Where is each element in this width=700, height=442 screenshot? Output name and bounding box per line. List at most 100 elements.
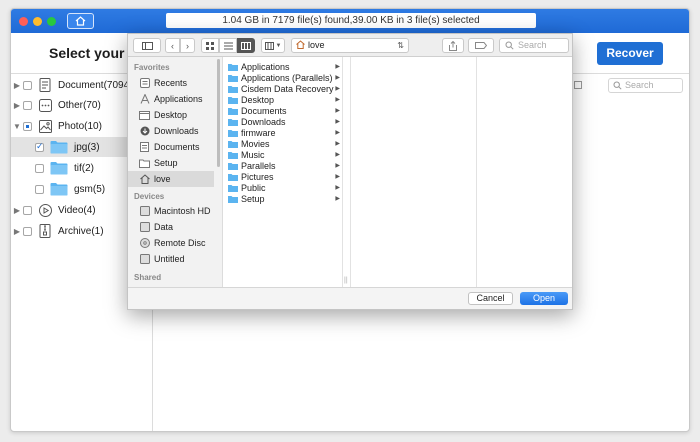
folder-icon [228, 107, 238, 115]
file-row[interactable]: Downloads ▶ [228, 116, 340, 127]
home-button[interactable] [67, 13, 94, 29]
file-row[interactable]: Pictures ▶ [228, 171, 340, 182]
tree-checkbox[interactable] [23, 121, 32, 131]
tree-checkbox[interactable] [35, 163, 44, 173]
minimize-window-button[interactable] [33, 17, 42, 26]
sidebar-item-data[interactable]: Data [128, 219, 214, 235]
file-row[interactable]: Applications ▶ [228, 61, 340, 72]
chevron-down-icon: ▼ [275, 42, 282, 49]
file-row[interactable]: firmware ▶ [228, 127, 340, 138]
folder-icon [228, 184, 238, 192]
search-placeholder: Search [625, 80, 654, 90]
folder-icon [139, 158, 150, 169]
expand-arrow-icon[interactable]: ▶ [11, 206, 23, 215]
tree-checkbox[interactable] [23, 80, 32, 90]
sidebar-item-untitled[interactable]: Untitled [128, 251, 214, 267]
folder-icon [228, 63, 238, 71]
cancel-button[interactable]: Cancel [468, 292, 513, 305]
tree-item-label: Document(7094) [58, 79, 133, 91]
sidebar-item-label: Remote Disc [154, 238, 206, 248]
documents-icon [139, 142, 150, 153]
sidebar-scrollbar[interactable] [217, 59, 220, 167]
file-name: Desktop [241, 94, 275, 105]
forward-button[interactable]: › [180, 38, 195, 53]
file-row[interactable]: Desktop ▶ [228, 94, 340, 105]
sidebar-item-label: Macintosh HD [154, 206, 211, 216]
dialog-search-input[interactable]: Search [499, 38, 569, 53]
sidebar-item-setup[interactable]: Setup [128, 155, 214, 171]
file-name: Music [241, 149, 265, 160]
shared-header: Shared [134, 273, 162, 282]
file-row[interactable]: Cisdem Data Recovery ▶ [228, 83, 340, 94]
photo-icon [38, 119, 52, 133]
chevron-right-icon: ▶ [335, 64, 340, 70]
search-icon [505, 41, 514, 50]
file-name: Documents [241, 105, 287, 116]
tree-item-label: jpg(3) [74, 141, 100, 153]
tree-checkbox[interactable] [23, 100, 32, 110]
file-row[interactable]: Movies ▶ [228, 138, 340, 149]
archive-icon [38, 224, 52, 238]
tag-button[interactable] [468, 38, 494, 53]
group-view-button[interactable]: ▼ [261, 38, 285, 53]
expand-arrow-icon[interactable]: ▶ [11, 227, 23, 236]
icon-view-button[interactable] [201, 38, 219, 53]
tree-checkbox[interactable] [23, 226, 32, 236]
file-row[interactable]: Applications (Parallels) ▶ [228, 72, 340, 83]
back-button[interactable]: ‹ [165, 38, 180, 53]
sidebar-item-downloads[interactable]: Downloads [128, 123, 214, 139]
sidebar-item-label: Applications [154, 94, 203, 104]
recents-icon [139, 78, 150, 89]
zoom-window-button[interactable] [47, 17, 56, 26]
devices-header: Devices [134, 192, 165, 201]
resize-grip-icon: || [344, 277, 348, 284]
results-search-input[interactable]: Search [608, 78, 683, 93]
collapse-arrow-icon[interactable]: ▼ [11, 122, 23, 131]
file-row[interactable]: Public ▶ [228, 182, 340, 193]
sidebar-toggle-button[interactable] [133, 38, 161, 53]
tag-icon [475, 42, 487, 49]
columns-icon [241, 41, 251, 50]
folder-icon [228, 140, 238, 148]
sidebar-item-recents[interactable]: Recents [128, 75, 214, 91]
chevron-left-icon: ‹ [171, 40, 174, 51]
tree-item-label: gsm(5) [74, 183, 106, 195]
sidebar-item-documents[interactable]: Documents [128, 139, 214, 155]
disk-icon [139, 254, 150, 265]
expand-arrow-icon[interactable]: ▶ [11, 101, 23, 110]
sidebar-item-remote-disc[interactable]: Remote Disc [128, 235, 214, 251]
chevron-right-icon: › [186, 40, 189, 51]
chevron-right-icon: ▶ [335, 119, 340, 125]
home-icon [139, 174, 150, 185]
sidebar-icon [141, 41, 153, 50]
sidebar-item-desktop[interactable]: Desktop [128, 107, 214, 123]
file-row[interactable]: Setup ▶ [228, 193, 340, 204]
sidebar-item-macintosh-hd[interactable]: Macintosh HD [128, 203, 214, 219]
view-toggle-icon[interactable] [574, 81, 582, 89]
file-name: Movies [241, 138, 270, 149]
tree-checkbox[interactable] [35, 184, 44, 194]
path-popup[interactable]: love ⇅ [291, 38, 409, 53]
tree-checkbox[interactable] [23, 205, 32, 215]
close-window-button[interactable] [19, 17, 28, 26]
video-icon [38, 203, 52, 217]
sidebar-item-label: Downloads [154, 126, 199, 136]
open-button[interactable]: Open [520, 292, 568, 305]
file-row[interactable]: Music ▶ [228, 149, 340, 160]
sidebar-item-love[interactable]: love [128, 171, 214, 187]
tree-item-label: Archive(1) [58, 225, 104, 237]
tree-checkbox[interactable] [35, 141, 44, 152]
list-view-button[interactable] [219, 38, 237, 53]
hard-disk-icon [139, 206, 150, 217]
column-view-button[interactable] [237, 38, 255, 53]
recover-button[interactable]: Recover [597, 42, 663, 65]
file-row[interactable]: Parallels ▶ [228, 160, 340, 171]
search-placeholder: Search [518, 40, 547, 50]
file-row[interactable]: Documents ▶ [228, 105, 340, 116]
grid-icon [206, 41, 214, 50]
sidebar-item-label: Documents [154, 142, 200, 152]
column-resize-handle[interactable]: || [343, 57, 351, 287]
expand-arrow-icon[interactable]: ▶ [11, 81, 23, 90]
sidebar-item-applications[interactable]: Applications [128, 91, 214, 107]
share-button[interactable] [442, 38, 464, 53]
